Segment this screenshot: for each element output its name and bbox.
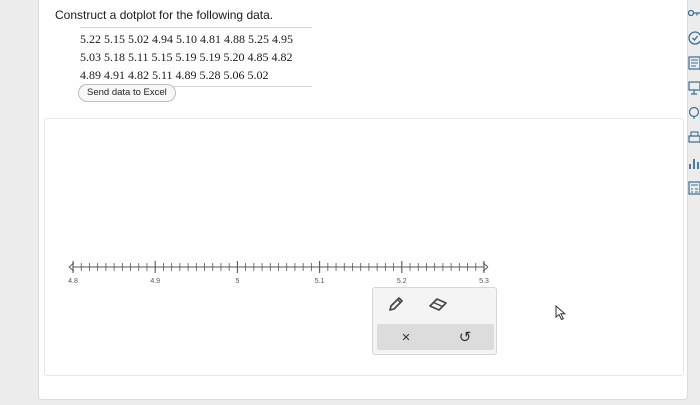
data-line: 5.22 5.15 5.02 4.94 5.10 4.81 4.88 5.25 …	[80, 32, 293, 46]
undo-button[interactable]: ↺	[436, 324, 494, 350]
hint-icon[interactable]	[688, 106, 700, 120]
question-prompt: Construct a dotplot for the following da…	[55, 8, 274, 22]
axis-tick-label: 4.8	[68, 278, 78, 285]
tool-sidebar	[688, 0, 700, 200]
print-icon[interactable]	[688, 131, 700, 145]
axis-tick-label: 5.2	[397, 278, 407, 285]
send-to-excel-button[interactable]: Send data to Excel	[78, 84, 176, 102]
clear-button[interactable]: ×	[377, 324, 435, 350]
eraser-icon[interactable]	[425, 291, 451, 317]
dotplot-canvas[interactable]: 4.8 4.9 5 5.1 5.2 5.3	[44, 118, 684, 376]
mouse-pointer-icon	[555, 304, 567, 326]
data-line: 4.89 4.91 4.82 5.11 4.89 5.28 5.06 5.02	[80, 68, 269, 82]
data-line: 5.03 5.18 5.11 5.15 5.19 5.19 5.20 4.85 …	[80, 50, 293, 64]
tool-row	[373, 288, 496, 321]
action-row: × ↺	[377, 324, 494, 350]
axis-tick-label: 5.3	[479, 278, 489, 285]
axis-tick-label: 4.9	[150, 278, 160, 285]
data-table: 5.22 5.15 5.02 4.94 5.10 4.81 4.88 5.25 …	[80, 27, 312, 87]
chart-icon[interactable]	[688, 156, 700, 170]
number-line[interactable]: 4.8 4.9 5 5.1 5.2 5.3	[45, 119, 685, 377]
pencil-icon[interactable]	[383, 291, 409, 317]
calculator-icon[interactable]	[688, 181, 700, 195]
check-circle-icon[interactable]	[688, 31, 700, 45]
axis-tick-label: 5.1	[315, 278, 325, 285]
drawing-toolbox: × ↺	[372, 287, 497, 355]
key-icon[interactable]	[688, 6, 700, 20]
text-list-icon[interactable]	[688, 56, 700, 70]
axis-tick-label: 5	[235, 278, 239, 285]
textbook-icon[interactable]	[688, 81, 700, 95]
